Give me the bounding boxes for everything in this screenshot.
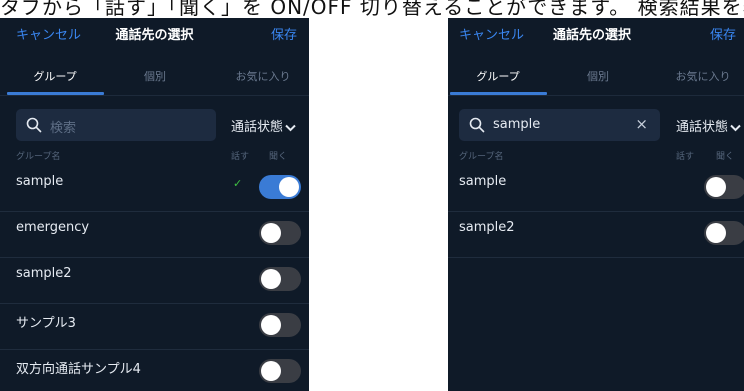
tab-individual[interactable]: 個別 <box>548 68 648 84</box>
search-icon <box>26 117 42 133</box>
toggle-knob <box>706 223 726 243</box>
search-icon <box>469 117 485 133</box>
tab-favorites[interactable]: お気に入り <box>213 68 309 84</box>
chevron-down-icon <box>730 124 741 131</box>
save-button[interactable]: 保存 <box>271 24 297 43</box>
search-placeholder: 検索 <box>50 121 77 136</box>
tab-bar: グループ 個別 お気に入り <box>0 62 309 96</box>
tab-individual[interactable]: 個別 <box>105 68 205 84</box>
page-title: 通話先の選択 <box>115 28 194 43</box>
listen-toggle[interactable] <box>259 221 301 245</box>
top-caption-text: タブから「話す」「聞く」を ON/OFF 切り替えることができます。 検索結果を… <box>0 0 744 18</box>
page-title: 通話先の選択 <box>552 28 631 43</box>
group-name: sample2 <box>459 220 515 235</box>
search-input[interactable]: 検索 <box>16 109 216 141</box>
toggle-knob <box>261 361 281 381</box>
group-name: sample <box>459 174 507 189</box>
search-query: sample <box>493 117 541 132</box>
column-header-group-name: グループ名 <box>16 152 61 162</box>
column-header-talk: 話す <box>676 152 695 162</box>
talk-check-icon[interactable]: ✓ <box>233 177 242 190</box>
top-caption: タブから「話す」「聞く」を ON/OFF 切り替えることができます。 検索結果を… <box>0 0 744 18</box>
screen-search-results: キャンセル 通話先の選択 保存 グループ 個別 お気に入り sample × 通… <box>448 18 744 391</box>
list-item[interactable]: sample2 <box>0 257 309 304</box>
column-header-talk: 話す <box>231 152 250 162</box>
toggle-knob <box>279 177 299 197</box>
chevron-down-icon <box>285 124 296 131</box>
group-name: サンプル3 <box>16 316 76 331</box>
tab-group[interactable]: グループ <box>5 68 105 84</box>
column-header-listen: 聞く <box>716 152 735 162</box>
filter-label: 通話状態 <box>231 120 284 135</box>
listen-toggle[interactable] <box>259 359 301 383</box>
tab-favorites[interactable]: お気に入り <box>653 68 744 84</box>
group-name: emergency <box>16 220 90 235</box>
search-input[interactable]: sample × <box>459 109 660 141</box>
save-button[interactable]: 保存 <box>710 24 736 43</box>
listen-toggle[interactable] <box>259 175 301 199</box>
filter-label: 通話状態 <box>676 120 729 135</box>
listen-toggle[interactable] <box>704 221 744 245</box>
nav-bar: キャンセル 通話先の選択 保存 <box>0 18 309 48</box>
listen-toggle[interactable] <box>259 313 301 337</box>
column-header-group-name: グループ名 <box>459 152 504 162</box>
divider <box>0 95 309 96</box>
toggle-knob <box>261 269 281 289</box>
toggle-knob <box>261 315 281 335</box>
list-item[interactable]: sample <box>448 165 744 212</box>
clear-icon[interactable]: × <box>635 115 648 133</box>
nav-bar: キャンセル 通話先の選択 保存 <box>448 18 744 48</box>
listen-toggle[interactable] <box>259 267 301 291</box>
toggle-knob <box>261 223 281 243</box>
tab-bar: グループ 個別 お気に入り <box>448 62 744 96</box>
call-status-filter[interactable]: 通話状態 <box>676 116 741 135</box>
listen-toggle[interactable] <box>704 175 744 199</box>
list-item[interactable]: sample ✓ <box>0 165 309 212</box>
screen-group-select: キャンセル 通話先の選択 保存 グループ 個別 お気に入り 検索 通話状態 グル… <box>0 18 309 391</box>
column-header-listen: 聞く <box>269 152 288 162</box>
toggle-knob <box>706 177 726 197</box>
tab-group[interactable]: グループ <box>448 68 548 84</box>
list-item[interactable]: 双方向通話サンプル4 <box>0 349 309 391</box>
divider <box>448 95 744 96</box>
list-item[interactable]: サンプル3 <box>0 303 309 350</box>
group-name: 双方向通話サンプル4 <box>16 362 141 377</box>
list-item[interactable]: sample2 <box>448 211 744 258</box>
group-name: sample2 <box>16 266 72 281</box>
list-item[interactable]: emergency <box>0 211 309 258</box>
group-name: sample <box>16 174 64 189</box>
call-status-filter[interactable]: 通話状態 <box>231 116 296 135</box>
